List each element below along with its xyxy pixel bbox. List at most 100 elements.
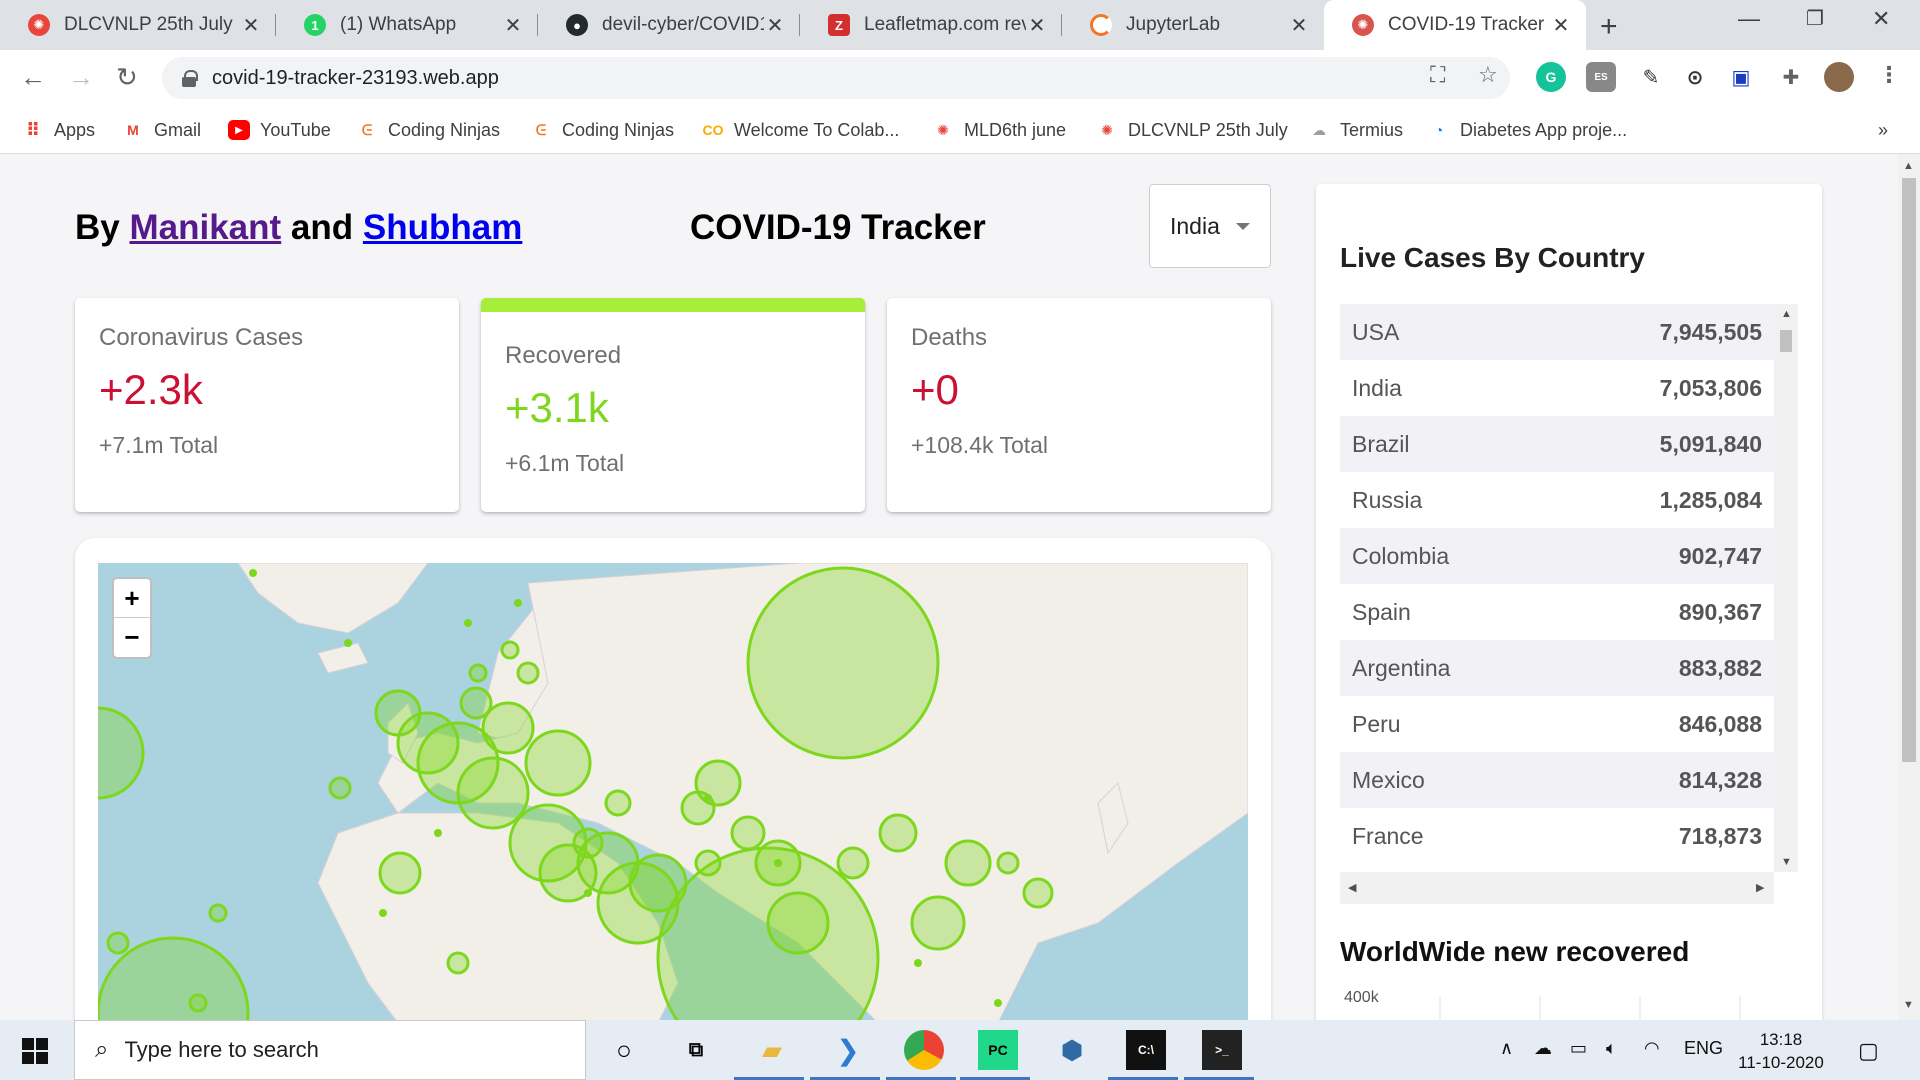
apps-grid-icon: ⠿: [25, 119, 41, 140]
pycharm-icon[interactable]: PC: [978, 1030, 1018, 1070]
author-link-shubham[interactable]: Shubham: [363, 208, 522, 247]
case-circle: [910, 895, 966, 951]
scroll-thumb[interactable]: [1780, 330, 1792, 352]
puzzle-extensions-icon[interactable]: ✚: [1776, 62, 1806, 92]
case-circle: [944, 839, 992, 887]
case-circle: [459, 686, 493, 720]
onedrive-icon[interactable]: ☁: [1534, 1038, 1552, 1059]
windows-start-icon[interactable]: [22, 1038, 48, 1064]
scroll-left-icon[interactable]: ◀: [1348, 881, 1356, 894]
taskbar-search[interactable]: ⌕ Type here to search: [74, 1020, 586, 1080]
window-close-icon[interactable]: ✕: [1872, 6, 1890, 32]
close-tab-icon[interactable]: ✕: [1026, 13, 1048, 38]
wifi-icon[interactable]: ◠: [1644, 1038, 1660, 1059]
tab-dlcvnlp[interactable]: ✺ DLCVNLP 25th July ✕: [0, 0, 276, 50]
zoom-in-button[interactable]: +: [114, 579, 150, 618]
tab-jupyterlab[interactable]: JupyterLab ✕: [1062, 0, 1324, 50]
deaths-card[interactable]: Deaths +0 +108.4k Total: [887, 298, 1271, 512]
author-credit: By Manikant and Shubham: [75, 208, 522, 248]
bookmark-dlcvnlp[interactable]: ✺ DLCVNLP 25th July: [1096, 116, 1288, 144]
close-tab-icon[interactable]: ✕: [502, 13, 524, 38]
country-cases: 846,088: [1678, 710, 1762, 737]
scroll-up-icon[interactable]: ▲: [1903, 160, 1914, 172]
vscode-icon[interactable]: ❯: [828, 1030, 868, 1070]
case-dot: [434, 829, 442, 837]
tab-title: COVID-19 Tracker: [1388, 14, 1545, 35]
eyedropper-icon[interactable]: ✎: [1636, 62, 1666, 92]
terminal-icon[interactable]: C:\: [1126, 1030, 1166, 1070]
console-icon[interactable]: >_: [1202, 1030, 1242, 1070]
tab-github[interactable]: ● devil-cyber/COVID19 ✕: [538, 0, 800, 50]
table-vertical-scrollbar[interactable]: ▲ ▼: [1774, 304, 1798, 872]
bookmark-label: Diabetes App proje...: [1460, 119, 1628, 140]
task-view-icon[interactable]: ⧉: [676, 1030, 716, 1070]
tab-whatsapp[interactable]: 1 (1) WhatsApp ✕: [276, 0, 538, 50]
tab-covid-tracker[interactable]: ✺ COVID-19 Tracker ✕: [1324, 0, 1586, 50]
bookmark-colab[interactable]: CO Welcome To Colab...: [702, 116, 900, 144]
cases-card[interactable]: Coronavirus Cases +2.3k +7.1m Total: [75, 298, 459, 512]
lock-icon[interactable]: [182, 70, 198, 87]
bookmark-youtube[interactable]: ▶ YouTube: [228, 116, 331, 144]
notifications-icon[interactable]: ▢: [1858, 1038, 1879, 1064]
minimize-icon[interactable]: —: [1738, 6, 1760, 32]
author-link-manikant[interactable]: Manikant: [129, 208, 281, 247]
back-arrow-icon[interactable]: ←: [20, 62, 46, 93]
bookmark-diabetes[interactable]: ◔ Diabetes App proje...: [1428, 116, 1627, 144]
tab-leafletmap[interactable]: Z Leafletmap.com revie ✕: [800, 0, 1062, 50]
bookmark-coding-ninjas-1[interactable]: ᕮ Coding Ninjas: [356, 116, 500, 144]
reload-icon[interactable]: ↻: [116, 62, 138, 93]
page-scrollbar[interactable]: ▲ ▼: [1898, 154, 1920, 1020]
scroll-down-icon[interactable]: ▼: [1781, 856, 1792, 868]
extension-es-icon[interactable]: ES: [1586, 62, 1616, 92]
volume-icon[interactable]: 🔈︎: [1606, 1038, 1617, 1059]
zoom-out-button[interactable]: −: [114, 618, 150, 657]
bookmark-coding-ninjas-2[interactable]: ᕮ Coding Ninjas: [530, 116, 674, 144]
tray-expand-icon[interactable]: ∧: [1500, 1038, 1513, 1059]
forward-arrow-icon[interactable]: →: [68, 62, 94, 93]
world-map[interactable]: + −: [98, 563, 1248, 1020]
scroll-up-icon[interactable]: ▲: [1781, 308, 1792, 320]
country-table[interactable]: USA 7,945,505 India 7,053,806 Brazil 5,091,84…: [1340, 304, 1798, 904]
address-bar[interactable]: covid-19-tracker-23193.web.app: [162, 57, 1510, 99]
case-circle: [500, 640, 520, 660]
clock[interactable]: 13:18 11-10-2020: [1736, 1028, 1826, 1074]
country-dropdown[interactable]: India: [1149, 184, 1271, 268]
page-scroll-thumb[interactable]: [1902, 178, 1916, 762]
scroll-right-icon[interactable]: ▶: [1756, 881, 1764, 894]
case-circle: [572, 827, 604, 859]
bookmark-star-icon[interactable]: ☆: [1478, 62, 1498, 88]
battery-icon[interactable]: ▭: [1570, 1038, 1587, 1059]
code-extension-icon[interactable]: ⊙: [1680, 62, 1710, 92]
bookmark-label: Termius: [1340, 119, 1404, 140]
close-tab-icon[interactable]: ✕: [240, 13, 262, 38]
close-tab-icon[interactable]: ✕: [1288, 13, 1310, 38]
screen-extension-icon[interactable]: ▣: [1726, 62, 1756, 92]
country-selected-value: India: [1170, 212, 1220, 239]
bookmark-termius[interactable]: ☁ Termius: [1308, 116, 1403, 144]
language-indicator[interactable]: ENG: [1684, 1038, 1723, 1059]
country-rows: USA 7,945,505 India 7,053,806 Brazil 5,091,84…: [1340, 304, 1798, 864]
bookmark-apps[interactable]: ⠿ Apps: [22, 116, 95, 144]
more-bookmarks-button[interactable]: »: [1878, 116, 1888, 144]
grammarly-icon[interactable]: G: [1536, 62, 1566, 92]
url-text[interactable]: covid-19-tracker-23193.web.app: [212, 67, 499, 90]
close-tab-icon[interactable]: ✕: [764, 13, 786, 38]
recovered-chart[interactable]: 400k 350k: [1340, 974, 1798, 1020]
card-title: Deaths: [911, 324, 988, 351]
translate-icon[interactable]: ⛶: [1430, 62, 1445, 88]
scroll-down-icon[interactable]: ▼: [1903, 999, 1914, 1011]
chrome-icon[interactable]: [904, 1030, 944, 1070]
file-explorer-icon[interactable]: ▰: [752, 1030, 792, 1070]
cortana-icon[interactable]: ○: [604, 1030, 644, 1070]
more-menu-icon[interactable]: ⋮: [1878, 62, 1900, 88]
case-circle: [516, 661, 540, 685]
close-tab-icon[interactable]: ✕: [1550, 13, 1572, 38]
virtualbox-icon[interactable]: ⬢: [1052, 1030, 1092, 1070]
profile-avatar[interactable]: [1824, 62, 1854, 92]
recovered-card[interactable]: Recovered +3.1k +6.1m Total: [481, 298, 865, 512]
table-horizontal-scrollbar[interactable]: ◀ ▶: [1340, 872, 1774, 904]
restore-icon[interactable]: ❐: [1806, 6, 1824, 31]
bookmark-gmail[interactable]: M Gmail: [122, 116, 201, 144]
bookmark-mld6th[interactable]: ✺ MLD6th june: [932, 116, 1066, 144]
new-tab-button[interactable]: +: [1600, 10, 1618, 44]
